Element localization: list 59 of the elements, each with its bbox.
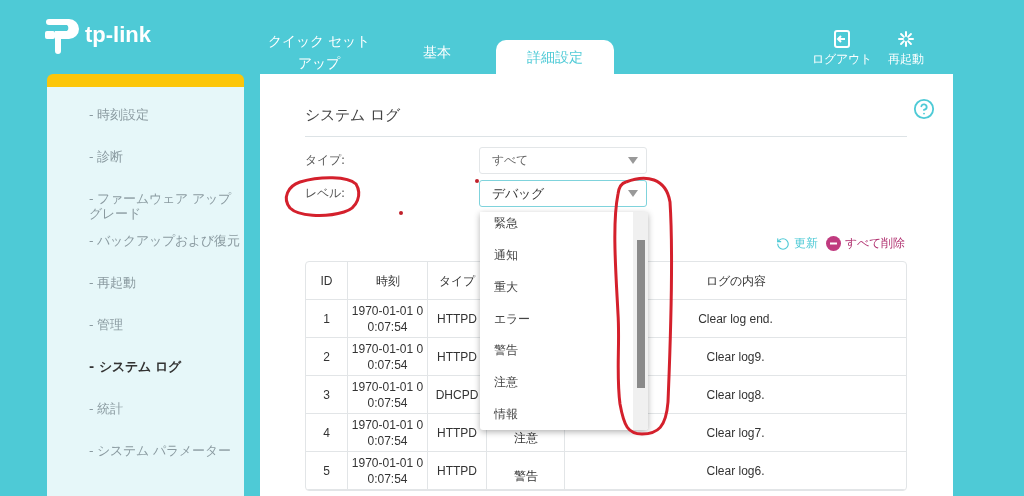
dropdown-option[interactable]: 警告 (494, 334, 633, 367)
logout-icon (833, 30, 851, 48)
table-cell: 4 (306, 414, 348, 451)
table-cell: 1970-01-01 0 0:07:54 (348, 414, 428, 451)
spinner-icon (897, 30, 915, 48)
refresh-icon (776, 236, 790, 251)
sidebar-item[interactable]: - 再起動 (89, 275, 244, 317)
table-cell: 2 (306, 338, 348, 375)
dropdown-option[interactable]: エラー (494, 303, 633, 335)
page-title: システム ログ (305, 105, 400, 125)
scrollbar[interactable] (633, 212, 648, 430)
table-cell: 3 (306, 376, 348, 413)
table-cell: 警告 (487, 452, 565, 489)
sidebar-item[interactable]: - 時刻設定 (89, 107, 244, 149)
sidebar-item[interactable]: - システム パラメーター (89, 443, 244, 485)
column-header: ログの内容 (704, 272, 767, 290)
logo-text: tp-link (85, 22, 151, 48)
nav-tab[interactable]: 詳細設定 (496, 40, 614, 74)
dropdown-option[interactable]: 重大 (494, 271, 633, 304)
column-header: ID (306, 262, 348, 299)
nav-tab[interactable]: 基本 (378, 30, 496, 74)
column-header: 時刻 (348, 262, 428, 299)
sidebar-item[interactable]: - 診断 (89, 149, 244, 191)
table-cell: 1970-01-01 0 0:07:54 (348, 300, 428, 337)
dropdown-arrow-icon (628, 190, 638, 197)
table-cell: 1 (306, 300, 348, 337)
dropdown-option[interactable]: 注意 (494, 366, 633, 399)
filter-label: タイプ: (305, 152, 347, 169)
filter-select[interactable]: すべて (479, 147, 647, 174)
annotation-dot (399, 211, 403, 215)
table-cell-text: Clear log7. (705, 424, 766, 442)
sidebar-item[interactable]: - システム ログ (89, 359, 244, 401)
table-cell: HTTPD (428, 452, 487, 489)
logout-label[interactable]: ログアウト (812, 51, 872, 68)
dropdown-option[interactable]: 緊急 (494, 212, 633, 240)
filter-select[interactable]: デバッグ (479, 180, 647, 207)
filter-label: レベル: (305, 185, 347, 202)
help-icon[interactable] (913, 98, 935, 120)
minus-circle-icon (826, 236, 841, 251)
table-cell-text: Clear log9. (705, 348, 766, 366)
sidebar-item[interactable]: - 管理 (89, 317, 244, 359)
logo-icon (45, 16, 81, 54)
table-cell-text: Clear log end. (697, 310, 774, 328)
reboot-label[interactable]: 再起動 (888, 51, 924, 68)
sidebar-item[interactable]: - ファームウェア アップグレード (89, 191, 244, 233)
table-cell-text: Clear log6. (705, 462, 766, 480)
table-cell: 1970-01-01 0 0:07:54 (348, 338, 428, 375)
nav-tab[interactable]: クイック セットアップ (260, 30, 378, 74)
table-cell-text: Clear log8. (705, 386, 766, 404)
table-cell: 1970-01-01 0 0:07:54 (348, 376, 428, 413)
table-cell: 5 (306, 452, 348, 489)
delete-button[interactable]: すべて削除 (826, 235, 905, 252)
sidebar-item[interactable]: - 統計 (89, 401, 244, 443)
table-cell: 1970-01-01 0 0:07:54 (348, 452, 428, 489)
dropdown-option[interactable]: 通知 (494, 239, 633, 272)
dropdown-arrow-icon (628, 157, 638, 164)
annotation-dot (475, 179, 479, 183)
sidebar-item[interactable]: - バックアップおよび復元 (89, 233, 244, 275)
refresh-button[interactable]: 更新 (776, 235, 818, 252)
